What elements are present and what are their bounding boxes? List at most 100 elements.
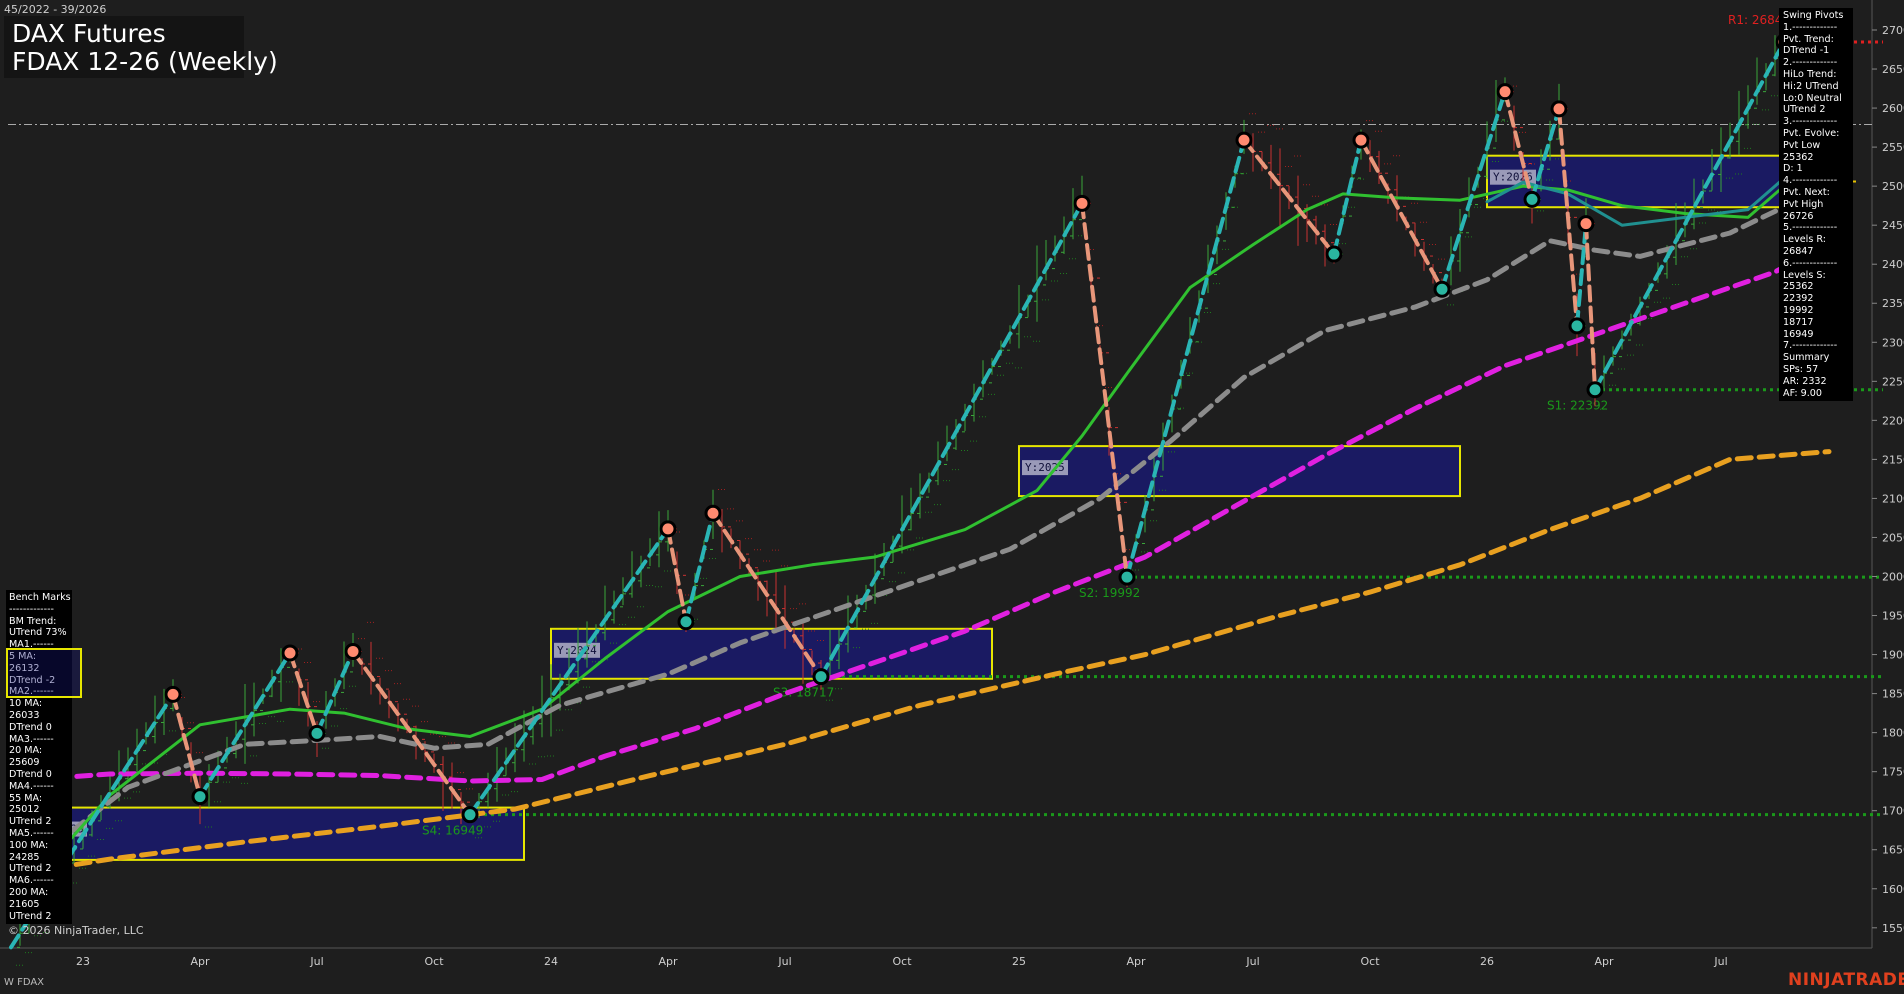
y-tick-label: 17500 — [1882, 766, 1904, 779]
pivot-low-marker — [1586, 381, 1604, 399]
bench-marks-highlight — [6, 648, 82, 698]
panel-line: 7.------------- — [1783, 340, 1838, 352]
panel-line: Levels S: — [1783, 269, 1826, 281]
panel-line: AR: 2332 — [1783, 375, 1827, 387]
panel-line: MA6.------ — [9, 875, 54, 887]
pivot-high-marker — [1577, 215, 1595, 233]
panel-line: Levels R: — [1783, 234, 1826, 246]
panel-line: 4.------------- — [1783, 175, 1838, 187]
panel-line: Pvt. Evolve: — [1783, 127, 1840, 139]
x-tick-label: Oct — [424, 955, 444, 968]
panel-line: 200 MA: — [9, 886, 49, 898]
panel-line: 2.------------- — [1783, 57, 1838, 69]
pivot-high-marker — [1550, 100, 1568, 118]
y-tick-label: 25500 — [1882, 141, 1904, 154]
x-tick-label: Apr — [1594, 955, 1614, 968]
x-tick-label: 23 — [76, 955, 90, 968]
bench-marks-panel: Bench Marks ------------- BM Trend: UTrend … — [6, 590, 72, 924]
x-tick-label: Jul — [1713, 955, 1727, 968]
panel-line: Bench Marks — [9, 592, 71, 603]
price-chart[interactable]: Y:2023Y:2024Y:2025Y:2026F0 R1: 26847S1: … — [0, 0, 1904, 994]
level-label: S4: 16949 — [422, 824, 483, 838]
panel-line: UTrend 2 — [9, 816, 52, 828]
y-tick-label: 23000 — [1882, 336, 1904, 349]
panel-line: Pvt Low — [1783, 139, 1821, 151]
x-tick-label: 24 — [544, 955, 558, 968]
panel-line: Swing Pivots — [1783, 10, 1844, 21]
y-tick-label: 18500 — [1882, 688, 1904, 701]
pivot-low-marker — [308, 724, 326, 742]
chart-title: DAX Futures — [12, 19, 166, 48]
panel-line: 22392 — [1783, 293, 1814, 305]
panel-line: HiLo Trend: — [1783, 68, 1837, 80]
panel-line: AF: 9.00 — [1783, 387, 1822, 399]
level-label: S3: 18717 — [773, 686, 834, 700]
panel-line: 1.------------- — [1783, 21, 1838, 33]
swing-pivots-panel: Swing Pivots 1.------------- Pvt. Trend: DT… — [1779, 8, 1853, 401]
panel-line: Hi:2 UTrend — [1783, 80, 1839, 92]
copyright: © 2026 NinjaTrader, LLC — [8, 924, 144, 937]
panel-line: 26033 — [9, 709, 40, 721]
pivot-high-marker — [659, 520, 677, 538]
y-tick-label: 24000 — [1882, 258, 1904, 271]
y-tick-label: 20500 — [1882, 531, 1904, 544]
x-tick-label: 25 — [1012, 955, 1026, 968]
panel-line: 26726 — [1783, 210, 1814, 222]
y-tick-label: 24500 — [1882, 219, 1904, 232]
panel-line: 3.------------- — [1783, 116, 1838, 128]
pivot-low-marker — [1523, 190, 1541, 208]
y-tick-label: 21000 — [1882, 492, 1904, 505]
yearly-box — [1018, 445, 1461, 498]
x-tick-label: Oct — [1360, 955, 1380, 968]
y-tick-label: 20000 — [1882, 570, 1904, 583]
date-range: 45/2022 - 39/2026 — [4, 3, 107, 16]
panel-line: Summary — [1783, 352, 1830, 364]
pivot-low-marker — [812, 668, 830, 686]
brand-logo: NINJATRADER — [1788, 970, 1904, 990]
pivot-high-marker — [704, 504, 722, 522]
pivot-high-marker — [1496, 83, 1514, 101]
pivot-high-marker — [344, 642, 362, 660]
y-tick-label: 18000 — [1882, 727, 1904, 740]
panel-line: 25362 — [1783, 281, 1814, 293]
pivot-high-marker — [281, 644, 299, 662]
y-tick-label: 15500 — [1882, 922, 1904, 935]
panel-line: UTrend 2 — [1783, 104, 1826, 116]
pivot-low-marker — [1568, 317, 1586, 335]
y-tick-label: 27000 — [1882, 24, 1904, 37]
x-tick-label: Oct — [892, 955, 912, 968]
y-tick-label: 22500 — [1882, 375, 1904, 388]
pivot-high-marker — [1352, 131, 1370, 149]
panel-line: 100 MA: — [9, 839, 49, 851]
x-tick-label: Apr — [658, 955, 678, 968]
y-tick-label: 16000 — [1882, 883, 1904, 896]
pivot-low-marker — [461, 806, 479, 824]
y-tick-label: 22000 — [1882, 414, 1904, 427]
panel-line: 25362 — [1783, 151, 1814, 163]
panel-line: 21605 — [9, 898, 40, 910]
pivot-low-marker — [1433, 280, 1451, 298]
y-tick-label: 17000 — [1882, 805, 1904, 818]
y-tick-label: 26500 — [1882, 63, 1904, 76]
x-tick-label: Apr — [1126, 955, 1146, 968]
panel-line: UTrend 73% — [9, 627, 67, 639]
y-tick-label: 26000 — [1882, 102, 1904, 115]
chart-title-box: DAX Futures FDAX 12-26 (Weekly) — [4, 16, 278, 78]
y-tick-label: 25000 — [1882, 180, 1904, 193]
yearly-box — [550, 627, 993, 680]
yearly-box-label: Y:2024 — [557, 644, 597, 657]
panel-line: MA4.------ — [9, 780, 54, 792]
pivot-high-marker — [164, 685, 182, 703]
x-tick-label: Jul — [777, 955, 791, 968]
panel-line: Pvt. Trend: — [1783, 33, 1834, 45]
y-tick-label: 19000 — [1882, 649, 1904, 662]
panel-line: BM Trend: — [9, 615, 57, 627]
pivot-low-marker — [1325, 245, 1343, 263]
panel-line: 10 MA: — [9, 698, 43, 710]
panel-line: 26847 — [1783, 245, 1814, 257]
pivot-low-marker — [677, 613, 695, 631]
pivot-low-marker — [191, 788, 209, 806]
panel-line: 25012 — [9, 804, 40, 816]
panel-line: DTrend 0 — [9, 721, 52, 733]
level-label: S2: 19992 — [1079, 586, 1140, 600]
